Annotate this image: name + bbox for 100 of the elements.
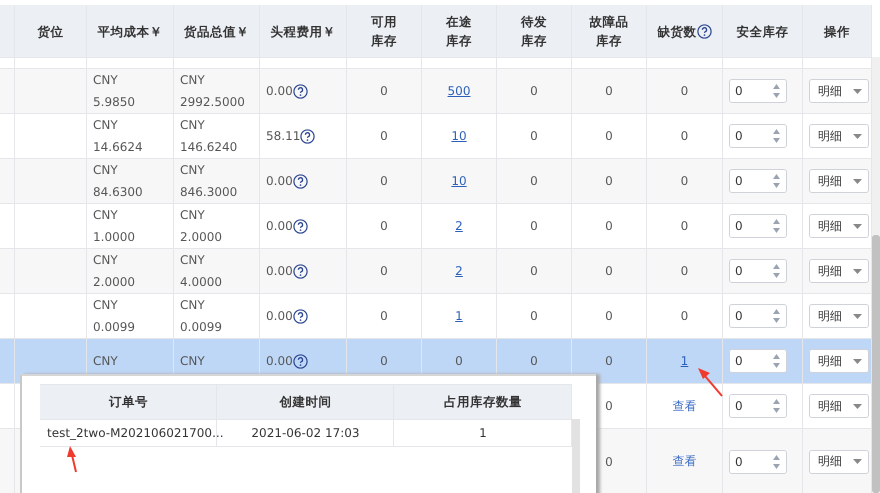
stepper-icon[interactable] xyxy=(772,308,781,324)
column-header: 货品总值￥ xyxy=(184,22,249,40)
column-header: 头程费用￥ xyxy=(270,22,336,40)
help-icon[interactable] xyxy=(292,354,308,368)
shortage-count: 0 xyxy=(680,263,688,280)
action-select[interactable]: 明细 xyxy=(809,124,869,148)
in-transit-link[interactable]: 500 xyxy=(448,84,470,98)
safety-stock-field[interactable]: 0 xyxy=(729,79,787,103)
safety-stock-field[interactable]: 0 xyxy=(729,349,787,373)
help-icon[interactable] xyxy=(292,174,308,188)
safety-stock-field[interactable]: 0 xyxy=(729,259,787,283)
help-icon[interactable] xyxy=(696,24,712,38)
view-link[interactable]: 查看 xyxy=(672,398,696,414)
freight-fee: 0.00 xyxy=(266,83,293,100)
action-select[interactable]: 明细 xyxy=(809,214,869,238)
view-link[interactable]: 查看 xyxy=(672,453,696,470)
faulty-stock: 0 xyxy=(605,263,613,280)
stepper-icon[interactable] xyxy=(772,353,781,369)
stepper-icon[interactable] xyxy=(772,398,781,414)
in-transit-link[interactable]: 2 xyxy=(455,264,463,278)
average-cost: CNY 0.0099 xyxy=(93,297,135,336)
reserved-quantity: 1 xyxy=(479,426,487,440)
pending-stock: 0 xyxy=(530,308,538,325)
safety-stock-field[interactable]: 0 xyxy=(729,304,787,328)
shortage-link[interactable]: 1 xyxy=(680,354,688,368)
column-header: 在途 库存 xyxy=(446,13,472,50)
column-header: 操作 xyxy=(824,22,850,40)
in-transit-link[interactable]: 10 xyxy=(451,174,467,188)
column-header: 占用库存数量 xyxy=(444,394,522,410)
freight-fee: 0.00 xyxy=(266,218,293,235)
column-header: 故障品 库存 xyxy=(590,13,628,50)
action-select[interactable]: 明细 xyxy=(809,259,869,283)
available-stock: 0 xyxy=(380,263,388,280)
safety-stock-field[interactable]: 0 xyxy=(729,394,787,418)
help-icon[interactable] xyxy=(300,128,316,144)
available-stock: 0 xyxy=(380,83,388,100)
safety-stock-field[interactable]: 0 xyxy=(729,214,787,238)
freight-fee: 0.00 xyxy=(266,263,293,280)
table-row[interactable]: CNY 0.0099 CNY 0.0099 0.00 0 1 0 0 0 0 明细 xyxy=(0,294,872,339)
available-stock: 0 xyxy=(380,218,388,235)
help-icon[interactable] xyxy=(292,308,308,324)
freight-fee: 0.00 xyxy=(266,173,293,190)
column-header: 待发 库存 xyxy=(521,13,547,50)
freight-fee: 0.00 xyxy=(266,308,293,325)
freight-fee: 58.11 xyxy=(266,128,300,145)
action-select[interactable]: 明细 xyxy=(809,79,869,103)
stepper-icon[interactable] xyxy=(772,83,781,99)
freight-fee: 0.00 xyxy=(266,353,293,370)
pending-stock: 0 xyxy=(530,83,538,100)
help-icon[interactable] xyxy=(292,84,308,98)
in-transit-link[interactable]: 1 xyxy=(455,309,463,323)
total-value: CNY 846.3000 xyxy=(180,162,238,201)
stepper-icon[interactable] xyxy=(772,173,781,189)
action-select[interactable]: 明细 xyxy=(809,450,869,474)
safety-stock-field[interactable]: 0 xyxy=(729,124,787,148)
average-cost: CNY 2.0000 xyxy=(93,252,135,291)
faulty-stock: 0 xyxy=(605,83,613,100)
faulty-stock: 0 xyxy=(605,353,613,370)
scrollbar-thumb[interactable] xyxy=(872,235,880,493)
average-cost: CNY 1.0000 xyxy=(93,207,135,246)
table-row[interactable]: CNY 2.0000 CNY 4.0000 0.00 0 2 0 0 0 0 明细 xyxy=(0,249,872,294)
action-select[interactable]: 明细 xyxy=(809,169,869,193)
total-value: CNY 146.6240 xyxy=(180,117,238,156)
total-value: CNY 2.0000 xyxy=(180,207,222,246)
average-cost: CNY 84.6300 xyxy=(93,162,143,201)
column-header: 可用 库存 xyxy=(371,13,397,50)
help-icon[interactable] xyxy=(292,264,308,278)
available-stock: 0 xyxy=(380,308,388,325)
total-value: CNY 2992.5000 xyxy=(180,72,245,111)
order-number: test_2two-M202106021700... xyxy=(47,426,224,440)
pending-stock: 0 xyxy=(530,173,538,190)
in-transit-link[interactable]: 10 xyxy=(451,129,467,143)
shortage-count: 0 xyxy=(680,218,688,235)
pending-stock: 0 xyxy=(530,353,538,370)
shortage-count: 0 xyxy=(680,83,688,100)
in-transit-link[interactable]: 2 xyxy=(455,219,463,233)
safety-stock-field[interactable]: 0 xyxy=(729,450,787,474)
pending-stock: 0 xyxy=(530,218,538,235)
table-row[interactable]: CNY 14.6624 CNY 146.6240 58.11 0 10 0 0 0 0 明细 xyxy=(0,114,872,159)
stepper-icon[interactable] xyxy=(772,454,781,470)
faulty-stock: 0 xyxy=(605,218,613,235)
stepper-icon[interactable] xyxy=(772,263,781,279)
safety-stock-field[interactable]: 0 xyxy=(729,169,787,193)
total-value: CNY 0.0099 xyxy=(180,297,222,336)
action-select[interactable]: 明细 xyxy=(809,304,869,328)
action-select[interactable]: 明细 xyxy=(809,349,869,373)
action-select[interactable]: 明细 xyxy=(809,394,869,418)
caret-icon xyxy=(853,314,862,318)
pending-stock: 0 xyxy=(530,128,538,145)
column-header: 订单号 xyxy=(109,394,148,410)
faulty-stock: 0 xyxy=(605,173,613,190)
average-cost: CNY xyxy=(93,353,118,370)
stepper-icon[interactable] xyxy=(772,218,781,234)
table-row[interactable]: CNY 84.6300 CNY 846.3000 0.00 0 10 0 0 0 0 明细 xyxy=(0,159,872,204)
caret-icon xyxy=(853,268,862,274)
table-row[interactable]: CNY 5.9850 CNY 2992.5000 0.00 0 500 0 0 0 0 明细 xyxy=(0,69,872,114)
stepper-icon[interactable] xyxy=(772,128,781,144)
help-icon[interactable] xyxy=(292,218,308,234)
table-row[interactable]: CNY 1.0000 CNY 2.0000 0.00 0 2 0 0 0 0 明细 xyxy=(0,204,872,249)
average-cost: CNY 5.9850 xyxy=(93,72,135,111)
